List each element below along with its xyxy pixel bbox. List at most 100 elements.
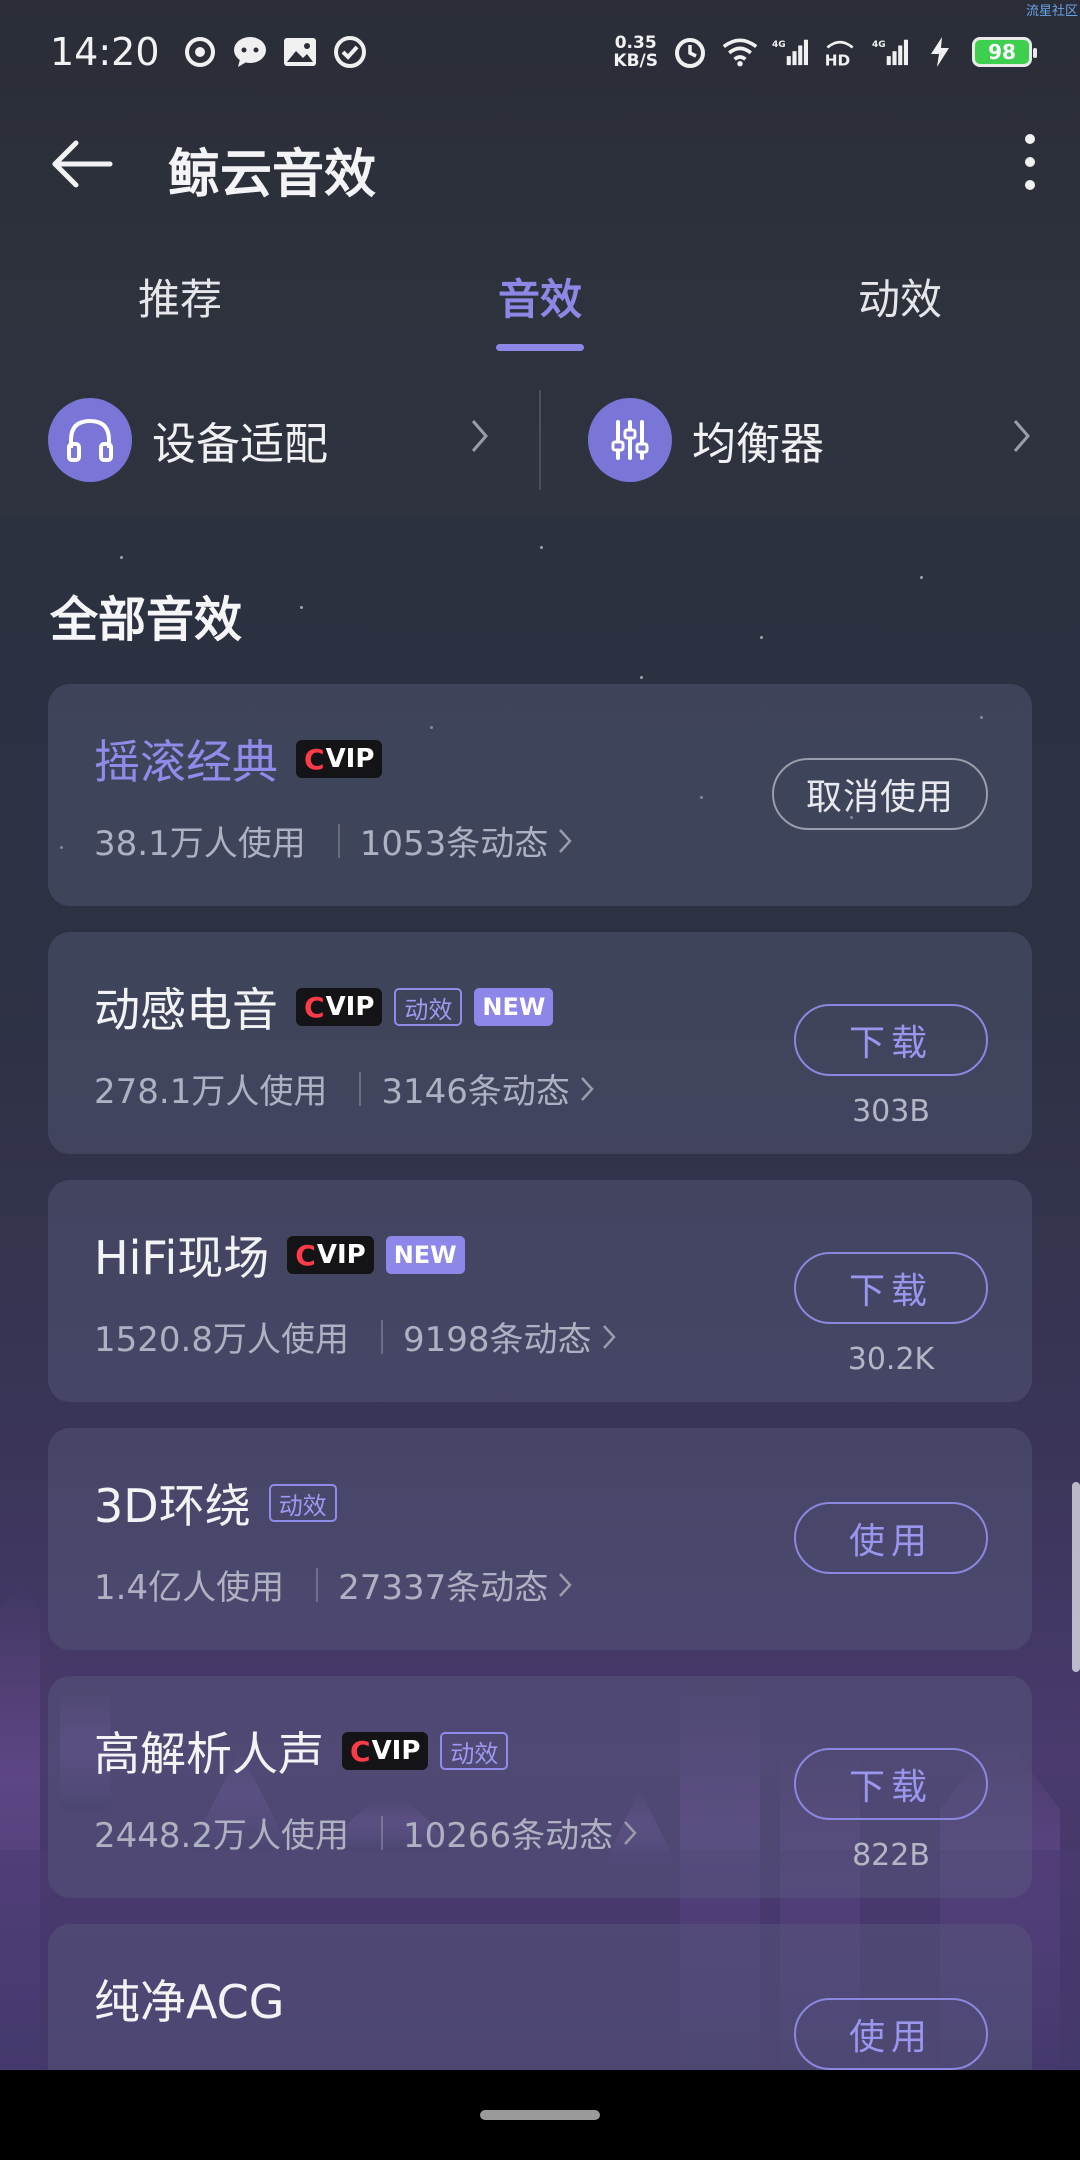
net-speed-unit: KB/S: [613, 51, 658, 71]
more-options-button[interactable]: [1002, 122, 1058, 202]
effect-name: 3D环绕: [94, 1479, 251, 1533]
effect-name: 纯净ACG: [94, 1975, 285, 2029]
download-size: 822B: [852, 1838, 930, 1873]
effect-name-row: 纯净ACG: [94, 1966, 284, 2032]
effect-name: 摇滚经典: [94, 735, 278, 789]
effect-users: 2448.2万人使用: [94, 1816, 349, 1856]
effect-meta: 1520.8万人使用 9198条动态: [94, 1312, 616, 1361]
animation-badge: 动效: [394, 988, 463, 1026]
effect-card[interactable]: 动感电音 C VIP 动效 NEW 278.1万人使用 3146条动态 下载 30…: [48, 932, 1032, 1154]
net-speed-value: 0.35: [614, 33, 657, 53]
headphones-icon: [48, 398, 132, 482]
equalizer-label: 均衡器: [692, 419, 824, 470]
status-time: 14:20: [50, 30, 160, 74]
back-button[interactable]: [44, 126, 120, 202]
vip-badge: C VIP: [342, 1732, 429, 1770]
meta-divider: [380, 1319, 383, 1354]
equalizer-icon: [588, 398, 672, 482]
effect-card[interactable]: 高解析人声 C VIP 动效 2448.2万人使用 10266条动态 下载 822…: [48, 1676, 1032, 1898]
alarm-icon: [672, 34, 708, 70]
cancel-use-button[interactable]: 取消使用: [772, 758, 988, 830]
svg-text:4G: 4G: [772, 40, 786, 50]
home-gesture-handle[interactable]: [480, 2110, 600, 2120]
effect-name-row: 动感电音 C VIP 动效 NEW: [94, 974, 554, 1040]
chevron-right-icon: [1013, 420, 1030, 452]
weibo-icon: [182, 34, 218, 70]
effect-card[interactable]: 纯净ACG 使用: [48, 1924, 1032, 2070]
download-button[interactable]: 下载: [794, 1004, 988, 1076]
quick-entries: 设备适配 均衡器: [0, 380, 1080, 500]
download-size: 30.2K: [847, 1342, 935, 1377]
tab-bar: 推荐 音效 动效: [0, 250, 1080, 360]
effect-name: HiFi现场: [94, 1231, 270, 1285]
svg-text:4G: 4G: [872, 40, 886, 50]
hd-icon: HD: [822, 34, 858, 70]
effect-name-row: 3D环绕 动效: [94, 1470, 337, 1536]
tab-animations[interactable]: 动效: [858, 266, 942, 327]
effect-posts-link[interactable]: 10266条动态: [403, 1808, 613, 1857]
battery-icon: 98: [972, 37, 1037, 67]
active-tab-indicator: [496, 344, 584, 351]
section-title: 全部音效: [50, 592, 243, 648]
effect-posts-link[interactable]: 9198条动态: [403, 1312, 592, 1361]
arrow-left-icon: [52, 140, 113, 188]
meta-divider: [337, 823, 340, 858]
effect-meta: 1.4亿人使用 27337条动态: [94, 1560, 572, 1609]
effect-meta: 278.1万人使用 3146条动态: [94, 1064, 594, 1113]
animation-badge: 动效: [268, 1484, 337, 1522]
tab-sound-effects[interactable]: 音效: [498, 266, 582, 327]
app-bar: 鲸云音效: [0, 104, 1080, 224]
use-button[interactable]: 使用: [794, 1502, 988, 1574]
chevron-right-icon: [602, 1324, 616, 1350]
quick-divider: [539, 390, 541, 490]
effect-users: 38.1万人使用: [94, 824, 306, 864]
system-navigation-bar: [0, 2070, 1080, 2160]
device-adaptation-label: 设备适配: [152, 419, 328, 470]
effect-name-row: HiFi现场 C VIP NEW: [94, 1222, 465, 1288]
vip-badge: C VIP: [287, 1236, 374, 1274]
wifi-icon: [722, 34, 758, 70]
use-button[interactable]: 使用: [794, 1998, 988, 2070]
check-circle-icon: [332, 34, 368, 70]
effect-users: 278.1万人使用: [94, 1072, 328, 1112]
meta-divider: [380, 1815, 383, 1850]
scrollbar-thumb[interactable]: [1072, 1482, 1080, 1672]
tab-recommend[interactable]: 推荐: [138, 266, 222, 327]
equalizer-entry[interactable]: 均衡器: [588, 380, 824, 500]
chevron-right-icon: [471, 420, 488, 452]
meta-divider: [316, 1567, 319, 1602]
more-vertical-icon: [1025, 134, 1035, 144]
svg-text:HD: HD: [825, 52, 850, 70]
download-button[interactable]: 下载: [794, 1252, 988, 1324]
chevron-right-icon: [623, 1820, 637, 1846]
vip-badge: C VIP: [296, 740, 383, 778]
vip-badge: C VIP: [296, 988, 383, 1026]
effect-meta: 2448.2万人使用 10266条动态: [94, 1808, 637, 1857]
device-adaptation-entry[interactable]: 设备适配: [48, 380, 328, 500]
effect-card[interactable]: 3D环绕 动效 1.4亿人使用 27337条动态 使用: [48, 1428, 1032, 1650]
signal-4g-icon: 4G: [772, 34, 808, 70]
effect-card[interactable]: 摇滚经典 C VIP 38.1万人使用 1053条动态 取消使用: [48, 684, 1032, 906]
effect-meta: 38.1万人使用 1053条动态: [94, 816, 572, 865]
effect-posts-link[interactable]: 3146条动态: [381, 1064, 570, 1113]
battery-level: 98: [988, 40, 1016, 64]
chevron-right-icon: [558, 1572, 572, 1598]
meta-divider: [359, 1071, 362, 1106]
effect-card[interactable]: HiFi现场 C VIP NEW 1520.8万人使用 9198条动态 下载 30…: [48, 1180, 1032, 1402]
effect-posts-link[interactable]: 27337条动态: [338, 1560, 548, 1609]
animation-badge: 动效: [440, 1732, 509, 1770]
signal-4g-icon: 4G: [872, 34, 908, 70]
effect-name-row: 高解析人声 C VIP 动效: [94, 1718, 509, 1784]
download-size: 303B: [852, 1094, 930, 1129]
effect-name: 高解析人声: [94, 1727, 324, 1781]
new-badge: NEW: [474, 988, 554, 1026]
page-title: 鲸云音效: [168, 145, 377, 205]
effect-posts-link[interactable]: 1053条动态: [360, 816, 549, 865]
effect-name: 动感电音: [94, 983, 278, 1037]
gallery-icon: [282, 34, 318, 70]
status-bar: 14:20 0.35 KB/S 4G HD 4G 98 流星社区: [0, 0, 1080, 104]
corner-watermark: 流星社区: [1025, 4, 1078, 19]
charging-icon: [922, 34, 958, 70]
download-button[interactable]: 下载: [794, 1748, 988, 1820]
chevron-right-icon: [558, 828, 572, 854]
